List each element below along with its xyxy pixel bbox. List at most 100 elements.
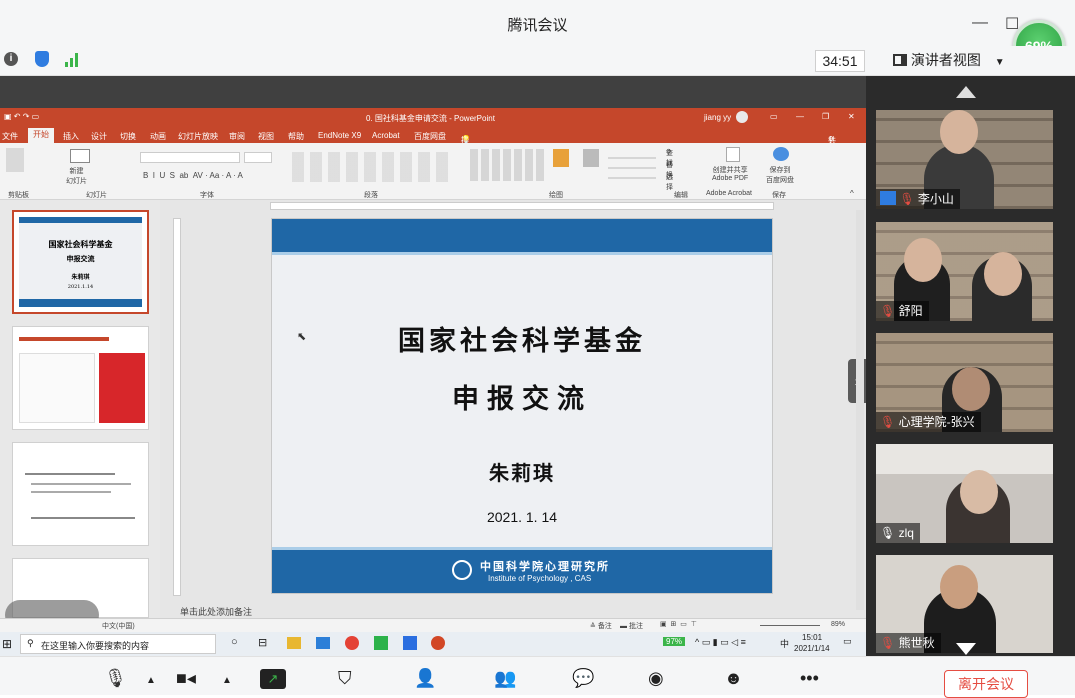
group-editing: 编辑 (674, 192, 688, 199)
slide-thumb-3[interactable] (12, 442, 149, 546)
chrome-icon[interactable] (345, 636, 359, 650)
tab-view[interactable]: 视图 (258, 131, 274, 142)
tab-transitions[interactable]: 切换 (120, 131, 136, 142)
org-name-cn: 中国科学院心理研究所 (480, 560, 610, 573)
notification-icon[interactable]: ▭ (843, 636, 852, 647)
pdf-icon[interactable] (726, 147, 740, 162)
tab-endnote[interactable]: EndNote X9 (318, 131, 361, 140)
video-tile[interactable]: 🎙 心理学院-张兴 (876, 333, 1053, 432)
windows-taskbar: ⊞ ⚲ 在这里输入你要搜索的内容 ○ ⊟ 97% ^ ▭ ▮ ▭ ◁ ≡ 中 1… (0, 632, 866, 656)
video-tile[interactable]: 🎙 李小山 (876, 110, 1053, 209)
notes-placeholder[interactable]: 单击此处添加备注 (180, 605, 252, 618)
avatar (904, 238, 942, 282)
ime-indicator[interactable]: 中 (780, 637, 789, 650)
tray-icons[interactable]: ^ ▭ ▮ ▭ ◁ ≡ (695, 637, 746, 648)
scrollbar[interactable] (856, 210, 864, 610)
video-tile[interactable]: 🎙 熊世秋 (876, 555, 1053, 653)
mic-muted-icon: 🎙 (880, 415, 896, 429)
invite-icon[interactable]: 👤 (414, 668, 436, 689)
baidu-cloud-icon[interactable] (773, 147, 789, 161)
avatar[interactable] (736, 111, 748, 123)
zoom-slider[interactable] (760, 625, 820, 626)
zoom-level: 89% (831, 621, 846, 628)
title-bar: 腾讯会议 — ☐ (0, 0, 1075, 46)
info-icon[interactable]: i (4, 52, 18, 66)
camera-icon[interactable]: ■◂ (176, 668, 196, 689)
new-slide-button[interactable]: 新建 幻灯片 (66, 166, 87, 186)
slide-author: 朱莉琪 (489, 461, 555, 485)
windows-start-icon[interactable]: ⊞ (2, 637, 12, 651)
slide-thumbnails: 国家社会科学基金 申报交流 朱莉琪 2021.1.14 (0, 200, 160, 630)
view-buttons[interactable]: ▣ ⊞ ▭ ⊤ (660, 620, 697, 628)
collapse-ribbon-icon[interactable]: ^ (850, 189, 854, 198)
tab-home[interactable]: 开始 (28, 128, 54, 143)
mic-muted-icon[interactable]: 🎙 (104, 668, 127, 689)
chevron-down-icon: ▼ (994, 57, 1005, 68)
slide-thumb-2[interactable] (12, 326, 149, 430)
arrange-icon[interactable] (553, 149, 569, 167)
tab-baidu[interactable]: 百度网盘 (414, 131, 446, 142)
taskbar-search[interactable]: ⚲ 在这里输入你要搜索的内容 (20, 634, 216, 654)
tab-file[interactable]: 文件 (2, 131, 18, 142)
paragraph-icons[interactable] (292, 152, 452, 182)
save-baidu-button[interactable]: 保存到 百度网盘 (766, 165, 794, 185)
view-mode-dropdown[interactable]: 演讲者视图 ▼ (893, 50, 1005, 70)
slide-thumb-1[interactable]: 国家社会科学基金 申报交流 朱莉琪 2021.1.14 (12, 210, 149, 314)
save-icon[interactable]: ▣ ↶ ↷ ▭ (4, 112, 39, 121)
quick-styles-icon[interactable] (583, 149, 599, 167)
share-screen-icon[interactable]: ↗ (260, 669, 286, 689)
minimize-icon[interactable]: — (796, 112, 804, 121)
tab-review[interactable]: 审阅 (229, 131, 245, 142)
chat-icon[interactable]: 💬 (572, 668, 594, 689)
signal-icon[interactable] (65, 53, 81, 67)
notes-toggle[interactable]: ≙ 备注 (590, 621, 612, 631)
avatar (960, 470, 998, 514)
avatar (940, 110, 978, 154)
tab-design[interactable]: 设计 (91, 131, 107, 142)
video-tile[interactable]: 🎙 zlq (876, 444, 1053, 543)
mail-icon[interactable] (316, 637, 330, 649)
leave-meeting-button[interactable]: 离开会议 (944, 670, 1028, 698)
taskview-icon[interactable]: ⊟ (258, 636, 267, 649)
close-icon[interactable]: ✕ (848, 112, 855, 121)
scroll-up-arrow[interactable] (956, 86, 976, 98)
participants-icon[interactable]: 👥 (494, 668, 516, 689)
font-size-field[interactable] (244, 152, 272, 163)
restore-icon[interactable]: ❐ (822, 112, 829, 121)
shapes-gallery[interactable] (470, 149, 546, 181)
language-indicator: 中文(中国) (102, 623, 135, 630)
security-icon[interactable]: ⛉ (338, 668, 352, 689)
chevron-up-icon[interactable]: ▲ (146, 675, 156, 686)
group-acrobat: Adobe Acrobat (706, 190, 752, 197)
scroll-down-arrow[interactable] (956, 643, 976, 655)
ribbon-display-icon[interactable]: ▭ (770, 112, 778, 121)
shape-format-icons[interactable] (608, 149, 656, 179)
video-tile[interactable]: 🎙 舒阳 (876, 222, 1053, 321)
record-icon[interactable]: ◉ (648, 668, 664, 689)
create-pdf-button[interactable]: 创建并共享 Adobe PDF (712, 165, 748, 182)
shield-icon[interactable] (35, 51, 49, 67)
tab-acrobat[interactable]: Acrobat (372, 131, 400, 140)
battery-status: 97% (663, 637, 686, 646)
avatar (940, 565, 978, 609)
powerpoint-icon[interactable] (431, 636, 445, 650)
tencent-meeting-icon[interactable] (403, 636, 417, 650)
task-view-icon[interactable]: ○ (231, 636, 238, 648)
mic-icon: 🎙 (880, 526, 896, 540)
tab-insert[interactable]: 插入 (63, 131, 79, 142)
emoji-icon[interactable]: ☻ (724, 668, 743, 689)
new-slide-icon[interactable] (70, 149, 90, 163)
font-name-field[interactable] (140, 152, 240, 163)
paste-icon[interactable] (6, 148, 24, 172)
folder-icon[interactable] (287, 637, 301, 649)
participant-video-panel: 🎙 李小山 🎙 舒阳 🎙 心理学院-张兴 🎙 zlq 🎙 熊世秋 (866, 76, 1075, 656)
minimize-icon[interactable]: — (972, 14, 988, 32)
more-icon[interactable]: ••• (800, 668, 819, 689)
chevron-up-icon[interactable]: ▲ (222, 675, 232, 686)
font-format-icons[interactable]: B I U S ab AV · Aa · A · A (143, 171, 243, 180)
wechat-icon[interactable] (374, 636, 388, 650)
tab-animations[interactable]: 动画 (150, 131, 166, 142)
comments-toggle[interactable]: ▬ 批注 (620, 621, 643, 631)
tab-slideshow[interactable]: 幻灯片放映 (178, 131, 218, 142)
tab-help[interactable]: 帮助 (288, 131, 304, 142)
